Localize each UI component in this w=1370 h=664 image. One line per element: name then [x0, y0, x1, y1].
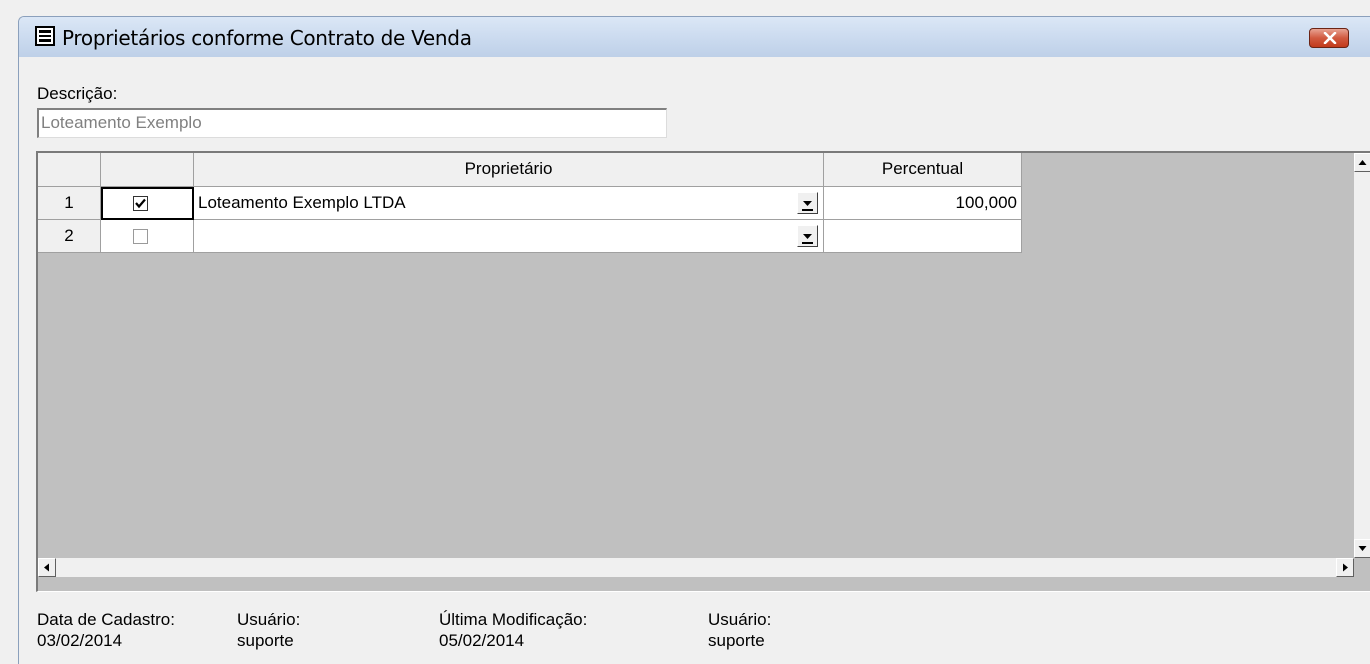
- grid-header-check: [101, 153, 194, 187]
- grid-header-proprietario[interactable]: Proprietário: [194, 153, 824, 187]
- vertical-scrollbar[interactable]: [1354, 153, 1370, 558]
- ultima-modificacao-label: Última Modificação:: [439, 610, 588, 629]
- usuario-cadastro-value: suporte: [237, 631, 294, 650]
- arrow-left-icon: [44, 563, 49, 572]
- arrow-right-icon: [1343, 563, 1348, 572]
- grid-header-corner: [38, 153, 101, 187]
- proprietario-dropdown-button[interactable]: [797, 225, 818, 247]
- chevron-down-icon: [802, 201, 813, 211]
- row-1-checkbox[interactable]: [133, 196, 148, 211]
- scrollbar-corner: [1354, 558, 1370, 577]
- arrow-up-icon: [1358, 160, 1367, 165]
- descricao-label: Descrição:: [37, 84, 118, 103]
- usuario-modificacao-value: suporte: [708, 631, 765, 650]
- grid-cell-proprietario[interactable]: Loteamento Exemplo LTDA: [194, 187, 824, 220]
- grid-cell-proprietario[interactable]: [194, 220, 824, 253]
- close-x-icon: [1323, 32, 1337, 44]
- title-bar[interactable]: Proprietários conforme Contrato de Venda: [19, 17, 1370, 57]
- window-app-icon: [35, 26, 55, 46]
- ultima-modificacao-value: 05/02/2014: [439, 631, 525, 650]
- grid-cell-check[interactable]: [101, 187, 194, 220]
- arrow-down-icon: [1358, 546, 1367, 551]
- dialog-window: Proprietários conforme Contrato de Venda…: [18, 16, 1370, 664]
- proprietario-value: Loteamento Exemplo LTDA: [198, 193, 406, 212]
- row-2-checkbox[interactable]: [133, 229, 148, 244]
- descricao-field[interactable]: Loteamento Exemplo: [37, 108, 667, 138]
- scroll-left-button[interactable]: [38, 558, 56, 577]
- proprietario-dropdown-button[interactable]: [797, 192, 818, 214]
- proprietarios-grid[interactable]: Proprietário Percentual 1 Loteamento Exe…: [36, 151, 1370, 592]
- window-title: Proprietários conforme Contrato de Venda: [62, 26, 472, 50]
- scroll-up-button[interactable]: [1354, 153, 1370, 172]
- usuario-modificacao-label: Usuário:: [708, 610, 772, 629]
- close-button[interactable]: [1309, 28, 1349, 48]
- usuario-cadastro-label: Usuário:: [237, 610, 301, 629]
- checkmark-icon: [135, 198, 146, 209]
- scroll-down-button[interactable]: [1354, 539, 1370, 558]
- chevron-down-icon: [802, 234, 813, 244]
- scroll-right-button[interactable]: [1336, 558, 1354, 577]
- grid-row-number: 1: [38, 187, 101, 220]
- grid-cell-percentual[interactable]: 100,000: [824, 187, 1022, 220]
- data-cadastro-value: 03/02/2014: [37, 631, 123, 650]
- grid-row-number: 2: [38, 220, 101, 253]
- grid-header-percentual[interactable]: Percentual: [824, 153, 1022, 187]
- grid-cell-check[interactable]: [101, 220, 194, 253]
- data-cadastro-label: Data de Cadastro:: [37, 610, 175, 629]
- horizontal-scrollbar[interactable]: [38, 558, 1354, 577]
- grid-cell-percentual[interactable]: [824, 220, 1022, 253]
